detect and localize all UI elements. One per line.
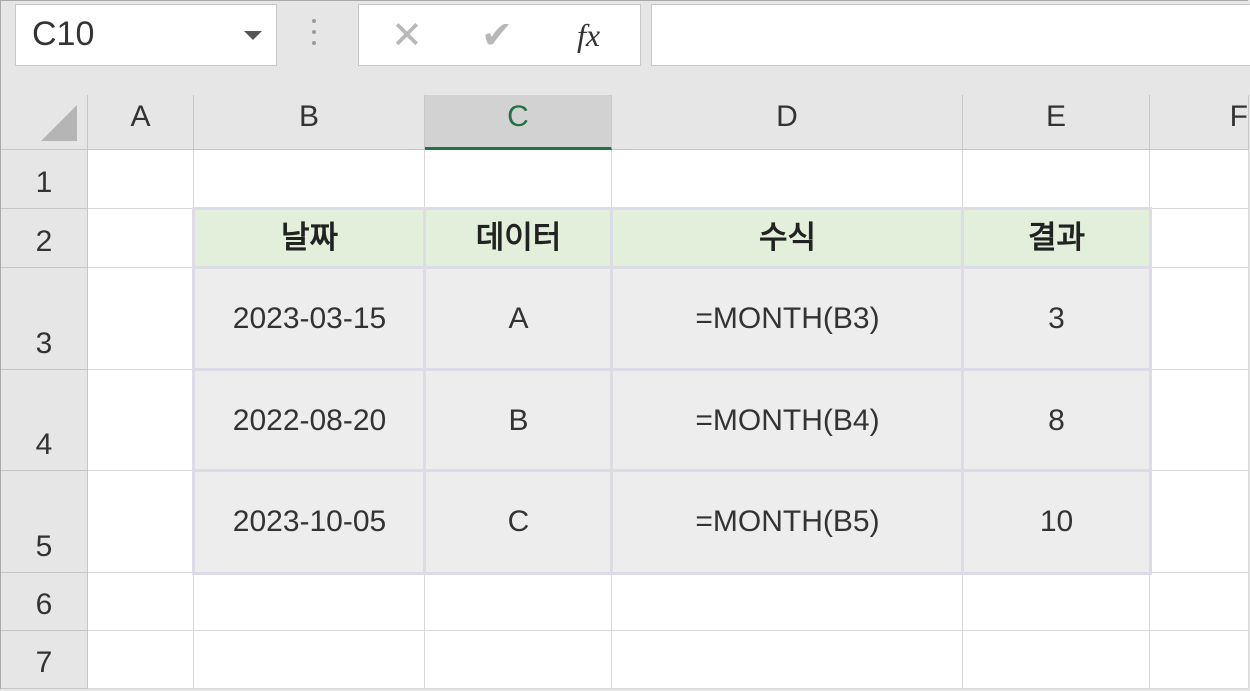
grid-cell[interactable]: [88, 471, 194, 573]
table-header-formula[interactable]: 수식: [610, 207, 965, 270]
grid-cell[interactable]: [1150, 573, 1249, 631]
row-header-2[interactable]: 2: [1, 209, 88, 268]
row-header-7[interactable]: 7: [1, 631, 88, 689]
grid-cell[interactable]: [88, 150, 194, 209]
grid-cell[interactable]: [88, 573, 194, 631]
grid-cell[interactable]: [1150, 209, 1249, 268]
table-cell[interactable]: =MONTH(B3): [610, 266, 965, 372]
grid-cell[interactable]: [425, 631, 612, 689]
row-number: 4: [35, 428, 53, 461]
grid-cell[interactable]: [194, 631, 425, 689]
table-cell[interactable]: =MONTH(B5): [610, 469, 965, 575]
grid-cell[interactable]: [1150, 471, 1249, 573]
chevron-down-icon[interactable]: [244, 31, 262, 40]
select-all-icon: [41, 105, 77, 141]
formula-input[interactable]: [651, 4, 1250, 66]
row-number: 6: [35, 588, 53, 621]
row-number: 3: [35, 327, 53, 360]
grid-cell[interactable]: [1150, 150, 1249, 209]
row-header-4[interactable]: 4: [1, 370, 88, 471]
column-header-f[interactable]: F: [1150, 95, 1249, 150]
name-box[interactable]: C10: [15, 4, 277, 66]
grid-cell[interactable]: [88, 370, 194, 471]
row-header-6[interactable]: 6: [1, 573, 88, 631]
grid-cell[interactable]: [612, 573, 963, 631]
grid-cell[interactable]: [425, 150, 612, 209]
grid-cell[interactable]: [1150, 268, 1249, 370]
formula-bar: C10 ✕ ✔ fx: [1, 1, 1250, 95]
table-cell[interactable]: 2022-08-20: [192, 368, 427, 473]
table-header-date[interactable]: 날짜: [192, 207, 427, 270]
row-header-3[interactable]: 3: [1, 268, 88, 370]
table-cell[interactable]: B: [423, 368, 614, 473]
table-cell[interactable]: 2023-03-15: [192, 266, 427, 372]
more-options-icon[interactable]: [311, 19, 317, 49]
grid-cell[interactable]: [425, 573, 612, 631]
column-header-a[interactable]: A: [88, 95, 194, 150]
row-number: 2: [35, 225, 53, 258]
table-cell[interactable]: 10: [961, 469, 1152, 575]
column-header-c[interactable]: C: [425, 95, 612, 150]
grid-cell[interactable]: [88, 631, 194, 689]
row-number: 5: [35, 530, 53, 563]
enter-icon[interactable]: ✔: [481, 13, 513, 58]
grid-cell[interactable]: [194, 150, 425, 209]
cancel-icon[interactable]: ✕: [391, 13, 423, 58]
table-cell[interactable]: =MONTH(B4): [610, 368, 965, 473]
column-header-d[interactable]: D: [612, 95, 963, 150]
table-cell[interactable]: A: [423, 266, 614, 372]
table-cell[interactable]: 3: [961, 266, 1152, 372]
grid-cell[interactable]: [963, 150, 1150, 209]
grid-cell[interactable]: [612, 150, 963, 209]
name-box-value: C10: [32, 15, 95, 53]
table-header-data[interactable]: 데이터: [423, 207, 614, 270]
table-cell[interactable]: 2023-10-05: [192, 469, 427, 575]
grid-cell[interactable]: [1150, 631, 1249, 689]
grid-cell[interactable]: [1150, 370, 1249, 471]
grid-cell[interactable]: [194, 573, 425, 631]
formula-buttons: ✕ ✔ fx: [358, 4, 641, 66]
select-all-button[interactable]: [1, 95, 88, 150]
grid-cell[interactable]: [963, 631, 1150, 689]
table-cell[interactable]: 8: [961, 368, 1152, 473]
grid-cell[interactable]: [612, 631, 963, 689]
column-header-e[interactable]: E: [963, 95, 1150, 150]
insert-function-icon[interactable]: fx: [577, 17, 600, 54]
column-header-b[interactable]: B: [194, 95, 425, 150]
grid-cell[interactable]: [963, 573, 1150, 631]
table-header-result[interactable]: 결과: [961, 207, 1152, 270]
row-number: 1: [35, 166, 53, 199]
grid-cell[interactable]: [88, 209, 194, 268]
row-header-1[interactable]: 1: [1, 150, 88, 209]
grid-cell[interactable]: [88, 268, 194, 370]
row-header-5[interactable]: 5: [1, 471, 88, 573]
table-cell[interactable]: C: [423, 469, 614, 575]
row-number: 7: [35, 646, 53, 679]
